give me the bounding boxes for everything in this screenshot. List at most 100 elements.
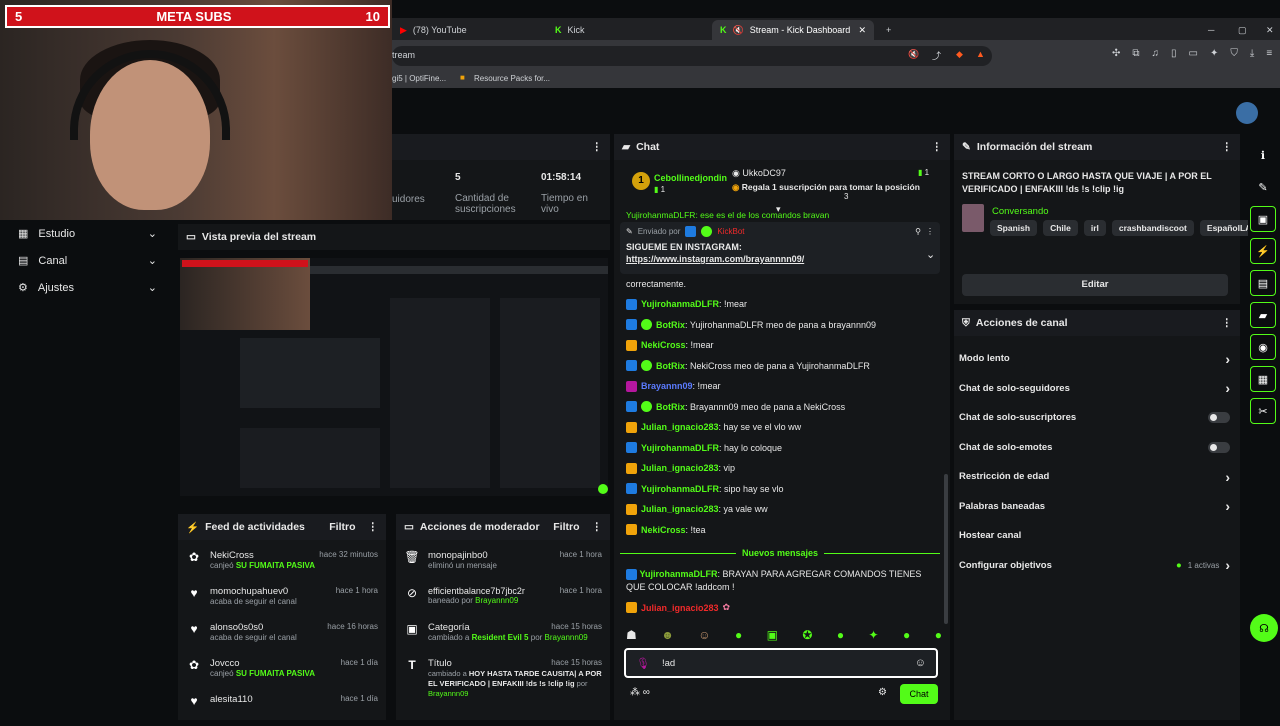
chat-user[interactable]: YujirohanmaDLFR: [641, 484, 719, 494]
chat-user[interactable]: Julian_ignacio283: [641, 603, 719, 613]
mute-icon[interactable]: 🔇: [908, 49, 919, 60]
chat-settings-icon[interactable]: ⚙: [878, 687, 887, 698]
toggle-switch[interactable]: [1208, 441, 1230, 453]
maximize-button[interactable]: ▢: [1230, 20, 1255, 40]
emote-icon[interactable]: ●: [903, 628, 910, 642]
toggle-switch[interactable]: [1208, 412, 1230, 424]
extensions-icon[interactable]: ✦: [1210, 48, 1218, 59]
chat-user[interactable]: BotRix: [656, 402, 685, 412]
stream-category[interactable]: Conversando: [992, 206, 1049, 217]
chat-user[interactable]: Brayannn09: [641, 381, 693, 391]
vpn-icon[interactable]: ⛉: [1230, 48, 1238, 59]
send-chat-button[interactable]: Chat: [900, 684, 938, 704]
mod-action-user[interactable]: efficientbalance7b7jbc2r: [428, 586, 525, 596]
more-options-icon[interactable]: ⋮: [592, 521, 603, 533]
close-tab-icon[interactable]: ✕: [858, 25, 866, 36]
minimize-button[interactable]: ─: [1200, 20, 1222, 40]
chat-user[interactable]: NekiCross: [641, 525, 686, 535]
screenshot-icon[interactable]: ⧉: [1132, 48, 1139, 59]
channel-action-item[interactable]: Chat de solo-emotes: [954, 433, 1240, 463]
mod-action-by[interactable]: Brayannn09: [428, 689, 468, 698]
channel-action-item[interactable]: Modo lento ›: [954, 344, 1240, 374]
chat-user[interactable]: YujirohanmaDLFR: [640, 569, 718, 579]
user-avatar[interactable]: [1236, 102, 1258, 124]
sidebar-item-ajustes[interactable]: ⚙ Ajustes ⌄: [0, 274, 175, 301]
share-icon[interactable]: ⤴: [932, 49, 941, 62]
chat-scrollbar[interactable]: [944, 474, 948, 624]
server-icon[interactable]: ▦: [1250, 366, 1276, 392]
close-window-button[interactable]: ✕: [1258, 20, 1280, 40]
sidebar-toggle-icon[interactable]: ▯: [1171, 48, 1177, 59]
activity-user[interactable]: alesita110: [210, 694, 253, 705]
wrench-icon[interactable]: ✂: [1250, 398, 1276, 424]
chat-user[interactable]: YujirohanmaDLFR: [641, 299, 719, 309]
mod-action-by[interactable]: Brayannn09: [475, 596, 518, 605]
channel-action-item[interactable]: Palabras baneadas ›: [954, 492, 1240, 522]
brave-shield-icon[interactable]: ◆: [956, 49, 963, 60]
chat-user[interactable]: Julian_ignacio283: [641, 463, 719, 473]
mod-filter-button[interactable]: Filtro: [553, 521, 579, 533]
new-tab-button[interactable]: +: [878, 20, 898, 40]
channel-action-item[interactable]: Configurar objetivos ● 1 activas ›: [954, 551, 1240, 581]
emote-icon[interactable]: ☻: [661, 628, 674, 642]
edit-stream-button[interactable]: Editar: [962, 274, 1228, 296]
emote-icon[interactable]: ☗: [626, 628, 637, 642]
gift-user[interactable]: UkkoDC97: [742, 168, 786, 178]
sidebar-item-estudio[interactable]: ▦ Estudio ⌄: [0, 220, 175, 247]
activity-user[interactable]: momochupahuev0: [210, 586, 288, 597]
music-icon[interactable]: ♫: [1152, 48, 1160, 59]
emote-icon[interactable]: ☺: [698, 628, 710, 642]
chat-user[interactable]: BotRix: [656, 320, 685, 330]
channel-action-item[interactable]: Hostear canal: [954, 521, 1240, 551]
chat-input[interactable]: 🎙 !ad ☺: [624, 648, 938, 678]
more-options-icon[interactable]: ⋮: [1222, 317, 1233, 329]
tab-kick-dashboard[interactable]: K 🔇 Stream - Kick Dashboard ✕: [712, 20, 874, 40]
emote-icon[interactable]: ●: [837, 628, 844, 642]
activity-filter-button[interactable]: Filtro: [329, 521, 355, 533]
mod-action-by[interactable]: Brayannn09: [545, 633, 588, 642]
mod-action-user[interactable]: monopajinbo0: [428, 550, 488, 561]
chevron-down-icon[interactable]: ⌄: [926, 248, 935, 261]
activity-user[interactable]: Jovcco: [210, 658, 240, 669]
tab-kick[interactable]: K Kick: [547, 20, 707, 40]
activity-user[interactable]: alonso0s0s0: [210, 622, 263, 633]
more-options-icon[interactable]: ⋮: [368, 521, 379, 533]
chat-user[interactable]: YujirohanmaDLFR: [641, 443, 719, 453]
emote-icon[interactable]: ▣: [767, 628, 778, 642]
more-options-icon[interactable]: ⋮: [592, 141, 603, 153]
new-messages-divider[interactable]: Nuevos mensajes: [620, 547, 941, 559]
broadcast-icon[interactable]: ◉: [1250, 334, 1276, 360]
emoji-picker-icon[interactable]: ☺: [915, 657, 926, 669]
emote-icon[interactable]: ●: [735, 628, 742, 642]
stream-preview-video[interactable]: [180, 258, 608, 496]
chat-icon[interactable]: ▰: [1250, 302, 1276, 328]
emote-icon[interactable]: ●: [935, 628, 942, 642]
chat-user[interactable]: Julian_ignacio283: [641, 504, 719, 514]
chat-user[interactable]: NekiCross: [641, 340, 686, 350]
leader-name[interactable]: Cebollinedjondin: [654, 173, 727, 183]
bookmark-item[interactable]: gi5 | OptiFine...: [392, 74, 446, 83]
file-icon[interactable]: ▤: [1250, 270, 1276, 296]
lightning-icon[interactable]: ⚡: [1250, 238, 1276, 264]
pinned-sender[interactable]: KickBot: [717, 227, 744, 236]
edit-icon[interactable]: ✎: [1250, 174, 1276, 200]
more-options-icon[interactable]: ⋮: [1222, 141, 1233, 153]
chat-user[interactable]: BotRix: [656, 361, 685, 371]
download-icon[interactable]: ⤓: [1250, 48, 1254, 59]
tab-youtube[interactable]: ▶ (78) YouTube: [392, 20, 542, 40]
bookmark-item[interactable]: Resource Packs for...: [474, 74, 550, 83]
rewards-icon[interactable]: ▲: [976, 49, 985, 59]
channel-action-item[interactable]: Chat de solo-suscriptores: [954, 403, 1240, 433]
info-icon[interactable]: ℹ: [1250, 142, 1276, 168]
gift-cta[interactable]: ◉ Regala 1 suscripción para tomar la pos…: [732, 182, 920, 193]
activity-user[interactable]: NekiCross: [210, 550, 254, 561]
channel-action-item[interactable]: Restricción de edad ›: [954, 462, 1240, 492]
preview-icon[interactable]: ▣: [1250, 206, 1276, 232]
menu-icon[interactable]: ≡: [1266, 48, 1272, 59]
chat-user[interactable]: Julian_ignacio283: [641, 422, 719, 432]
more-options-icon[interactable]: ⋮: [932, 141, 943, 153]
wallet-icon[interactable]: ▭: [1189, 48, 1198, 59]
channel-action-item[interactable]: Chat de solo-seguidores ›: [954, 374, 1240, 404]
pinned-link[interactable]: https://www.instagram.com/brayannnn09/: [626, 254, 934, 264]
address-bar[interactable]: tream 🔇 ⤴ ◆ ▲: [392, 46, 992, 66]
